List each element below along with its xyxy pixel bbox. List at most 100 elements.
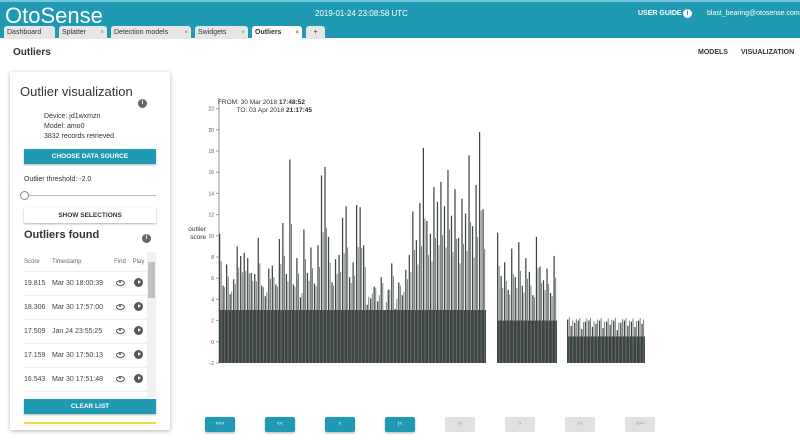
col-play: Play: [132, 258, 145, 265]
bar: [591, 326, 594, 363]
y-tick-label: 0: [211, 340, 214, 346]
play-icon[interactable]: [134, 302, 143, 311]
source-info: Device: jd1wxmzn Model: amo0 3832 record…: [44, 112, 114, 142]
bar: [354, 275, 356, 363]
bar: [312, 268, 313, 363]
pager-button[interactable]: <<: [265, 417, 295, 432]
bar: [534, 297, 535, 363]
threshold-slider[interactable]: [20, 191, 156, 200]
bar: [445, 247, 447, 363]
bar: [625, 317, 627, 363]
bar: [588, 320, 590, 363]
pager-button[interactable]: >: [505, 417, 535, 432]
eye-icon[interactable]: [115, 303, 125, 310]
device-label: Device: jd1wxmzn: [44, 113, 101, 120]
play-icon[interactable]: [134, 326, 143, 335]
eye-icon[interactable]: [115, 375, 125, 382]
bar: [340, 271, 342, 363]
bar: [433, 187, 435, 363]
slider-handle[interactable]: [20, 191, 29, 200]
clear-list-button[interactable]: CLEAR LIST: [24, 399, 156, 414]
scrollbar-thumb[interactable]: [148, 262, 155, 298]
bar: [361, 247, 363, 363]
bar: [347, 247, 349, 363]
tab-splatter[interactable]: Splatter ×: [59, 26, 107, 39]
bar: [482, 209, 484, 363]
bar: [518, 242, 520, 363]
bar: [373, 286, 375, 363]
close-icon[interactable]: ×: [100, 30, 104, 36]
bar: [525, 258, 527, 363]
tab-label: Swidgets: [198, 29, 227, 36]
show-selections-button[interactable]: SHOW SELECTIONS: [24, 208, 156, 223]
pager-button[interactable]: |<: [385, 417, 415, 432]
timestamp: Mar 30 18:00:39: [52, 280, 103, 287]
bar: [319, 267, 321, 363]
play-icon[interactable]: [134, 278, 143, 287]
bar: [313, 283, 316, 363]
bar: [551, 296, 553, 363]
bar: [324, 166, 326, 363]
score: 19.815: [24, 280, 46, 287]
tab-detection-models[interactable]: Detection models ×: [111, 26, 191, 39]
bar: [412, 211, 414, 363]
table-scrollbar[interactable]: [147, 252, 156, 397]
eye-icon[interactable]: [115, 327, 125, 334]
close-icon[interactable]: ×: [241, 30, 245, 36]
bar: [607, 318, 609, 363]
bar: [245, 270, 247, 363]
bar: [568, 317, 570, 363]
add-tab-button[interactable]: +: [306, 26, 325, 39]
y-tick-label: -2: [210, 361, 215, 367]
eye-icon[interactable]: [115, 279, 125, 286]
bar: [278, 238, 280, 363]
outlier-chart: -2 0 2 4 6 8 10 12 14 16 18 20 22 outlierscore FROM: 3…: [188, 98, 645, 367]
tab-dashboard[interactable]: Dashboard: [4, 26, 55, 39]
close-icon[interactable]: ×: [295, 30, 299, 36]
nav-models[interactable]: MODELS: [698, 49, 728, 56]
bar: [579, 317, 581, 363]
bar: [519, 270, 521, 363]
bar: [606, 321, 608, 363]
bar: [590, 317, 591, 363]
pager-button[interactable]: <<<: [205, 417, 235, 432]
model-label: Model: amo0: [44, 123, 85, 130]
close-icon[interactable]: ×: [184, 30, 188, 36]
bar: [255, 281, 257, 363]
bar: [305, 259, 306, 363]
pager-button[interactable]: <: [325, 417, 355, 432]
bar: [261, 285, 263, 363]
app-header: OtoSense 2019-01-24 23:08:58 UTC USER GU…: [0, 0, 800, 39]
y-tick-label: 12: [208, 213, 214, 219]
bar: [470, 222, 472, 363]
pager-button[interactable]: >|: [445, 417, 475, 432]
bar: [371, 293, 373, 363]
bar: [586, 318, 588, 363]
y-tick-label: 22: [208, 107, 214, 113]
tab-bar: Dashboard Splatter × Detection models × Sw…: [4, 26, 325, 39]
page-title: Outliers: [13, 47, 51, 58]
user-guide-link[interactable]: USER GUIDE: [638, 10, 682, 17]
play-icon[interactable]: [134, 374, 143, 383]
nav-visualization[interactable]: VISUALIZATION: [741, 49, 794, 56]
bar: [523, 292, 525, 363]
bar: [275, 284, 277, 363]
tab-swidgets[interactable]: Swidgets ×: [195, 26, 248, 39]
bar: [535, 236, 538, 363]
eye-icon[interactable]: [115, 351, 125, 358]
user-email[interactable]: blast_bearing@otosense.com: [707, 10, 800, 17]
bar: [403, 291, 405, 363]
info-icon[interactable]: i: [142, 234, 151, 243]
info-icon[interactable]: i: [138, 99, 147, 108]
bar: [252, 280, 254, 363]
pager-button[interactable]: >>>: [625, 417, 655, 432]
bar: [394, 308, 396, 363]
bar: [567, 319, 569, 363]
pager-button[interactable]: >>: [565, 417, 595, 432]
bar: [282, 223, 284, 363]
info-icon[interactable]: i: [683, 9, 692, 18]
play-icon[interactable]: [134, 350, 143, 359]
choose-data-source-button[interactable]: CHOOSE DATA SOURCE: [24, 149, 156, 164]
bar: [220, 261, 222, 363]
tab-outliers[interactable]: Outliers ×: [252, 26, 302, 39]
